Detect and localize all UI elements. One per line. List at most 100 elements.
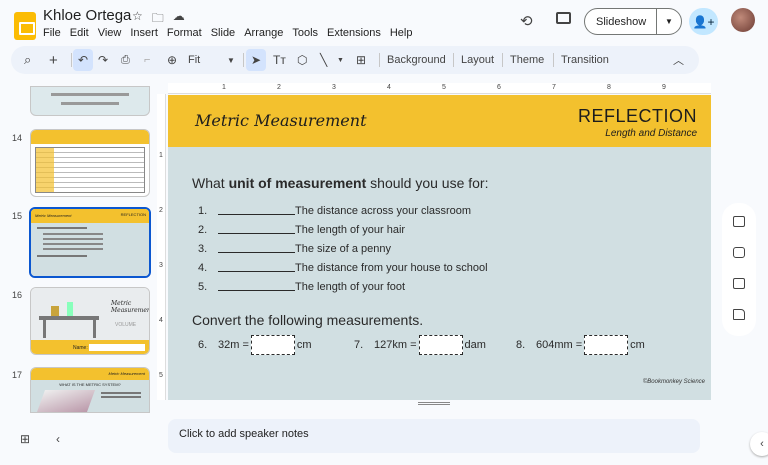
ruler-tick: 4 [387,84,391,91]
avatar[interactable] [731,8,755,32]
menu-bar: File Edit View Insert Format Slide Arran… [43,27,412,39]
undo-icon[interactable]: ↶ [73,49,93,71]
menu-slide[interactable]: Slide [211,27,235,39]
slide-thumbnail-14[interactable] [30,129,150,197]
slide-number: 15 [12,211,23,221]
line-icon[interactable]: ╲ [320,46,327,74]
answer-box[interactable] [584,335,629,355]
answer-box[interactable] [418,335,463,355]
thumb-name-label: Name: [73,345,88,351]
calendar-icon[interactable] [733,216,745,227]
list-item[interactable]: 5. The length of your foot [198,281,405,293]
folder-icon[interactable] [733,309,745,320]
collapse-toolbar-icon[interactable]: ︿ [673,46,684,74]
menu-extensions[interactable]: Extensions [327,27,381,39]
question-pre: What [192,175,229,191]
document-title[interactable]: Khloe Ortega [43,7,131,24]
thumb-title: Metric Measurement [111,300,150,314]
ruler-tick: 3 [332,84,336,91]
theme-button[interactable]: Theme [510,46,544,74]
slide-banner[interactable]: Metric Measurement REFLECTION Length and… [168,95,711,147]
transition-button[interactable]: Transition [561,46,609,74]
slide-thumbnail-17[interactable]: Metric Measurement WHAT IS THE METRIC SY… [30,367,150,413]
notes-resize-handle[interactable] [418,402,450,405]
reflection-heading[interactable]: REFLECTION [578,106,697,127]
zoom-select[interactable]: Fit [188,46,200,74]
menu-tools[interactable]: Tools [292,27,318,39]
question-bold: unit of measurement [228,175,367,191]
select-cursor-icon[interactable]: ➤ [246,49,266,71]
share-person-add-icon[interactable]: 👤+ [689,8,718,35]
side-panel [722,203,756,336]
version-history-icon[interactable]: ⟲ [520,12,533,30]
toolbar-divider [243,53,244,67]
slide-title[interactable]: Metric Measurement [195,111,367,130]
slide-canvas[interactable]: Metric Measurement REFLECTION Length and… [168,95,711,400]
keep-icon[interactable] [733,247,745,258]
thumb-heading: WHAT IS THE METRIC SYSTEM? [31,380,149,388]
answer-blank [218,224,295,234]
background-button[interactable]: Background [387,46,446,74]
list-item[interactable]: 2. The length of your hair [198,224,405,236]
print-icon[interactable]: ⎙ [121,46,130,74]
redo-icon[interactable]: ↷ [98,46,108,74]
text-box-icon[interactable]: Tт [273,46,286,74]
conversion-from: 604mm = [536,339,583,351]
ruler-tick: 6 [497,84,501,91]
horizontal-ruler[interactable]: 1 2 3 4 5 6 7 8 9 [168,83,711,94]
item-number: 5. [198,281,208,293]
conversion-item[interactable]: 7. 127km = dam [354,335,486,355]
item-text: The length of your hair [295,224,406,236]
menu-insert[interactable]: Insert [130,27,158,39]
slideshow-button[interactable]: Slideshow ▼ [584,8,682,35]
chevron-down-icon[interactable]: ▼ [657,17,681,26]
expand-side-panel-icon[interactable]: ‹ [750,432,768,456]
speaker-notes[interactable]: Click to add speaker notes [168,419,700,453]
slideshow-label[interactable]: Slideshow [585,9,657,34]
ruler-tick: 3 [159,262,163,269]
shape-icon[interactable]: ⬡ [297,46,307,74]
conversion-item[interactable]: 6. 32m = cm [198,335,312,355]
item-text: The length of your foot [295,281,406,293]
toolbar-divider [553,53,554,67]
slides-logo-icon[interactable] [14,12,36,40]
collapse-sidebar-icon[interactable]: ‹ [56,432,60,446]
menu-view[interactable]: View [98,27,122,39]
slide-thumbnail-13[interactable] [30,86,150,116]
slide-thumbnail-15[interactable]: Metric Measurement REFLECTION [29,207,151,278]
grid-view-icon[interactable]: ⊞ [20,432,30,446]
slide-number: 17 [12,370,23,380]
menu-edit[interactable]: Edit [70,27,89,39]
comment-add-icon[interactable]: ⊞ [356,46,366,74]
conversion-item[interactable]: 8. 604mm = cm [516,335,645,355]
comments-icon[interactable] [556,12,571,24]
line-dropdown-icon[interactable]: ▼ [337,46,344,74]
answer-box[interactable] [250,335,295,355]
search-menus-icon[interactable]: ⌕ [24,46,31,74]
menu-format[interactable]: Format [167,27,202,39]
question-text[interactable]: What unit of measurement should you use … [192,175,488,191]
ruler-tick: 5 [442,84,446,91]
list-item[interactable]: 1. The distance across your classroom [198,205,471,217]
slide-thumbnail-16[interactable]: Metric Measurement VOLUME Name: [30,287,150,355]
slide-number: 14 [12,133,23,143]
conversion-unit: dam [464,339,486,351]
menu-help[interactable]: Help [390,27,413,39]
zoom-icon[interactable]: ⊕ [167,46,177,74]
menu-arrange[interactable]: Arrange [244,27,283,39]
convert-heading[interactable]: Convert the following measurements. [192,312,423,328]
toolbar: ⌕ + ↶ ↷ ⎙ ⌐ ⊕ Fit ▼ ➤ Tт ⬡ ╲ ▼ ⊞ Backgro… [11,46,699,74]
reflection-subtitle[interactable]: Length and Distance [605,128,697,139]
new-slide-icon[interactable]: + [49,46,58,74]
paint-format-icon[interactable]: ⌐ [144,46,150,74]
list-item[interactable]: 4. The distance from your house to school [198,262,488,274]
item-text: The size of a penny [295,243,392,255]
toolbar-divider [71,53,72,67]
menu-file[interactable]: File [43,27,61,39]
layout-button[interactable]: Layout [461,46,494,74]
thumb-title: Metric Measurement [35,213,72,218]
tasks-icon[interactable] [733,278,745,289]
vertical-ruler[interactable]: 1 2 3 4 5 [157,94,166,400]
zoom-dropdown-icon[interactable]: ▼ [227,46,235,74]
list-item[interactable]: 3. The size of a penny [198,243,391,255]
